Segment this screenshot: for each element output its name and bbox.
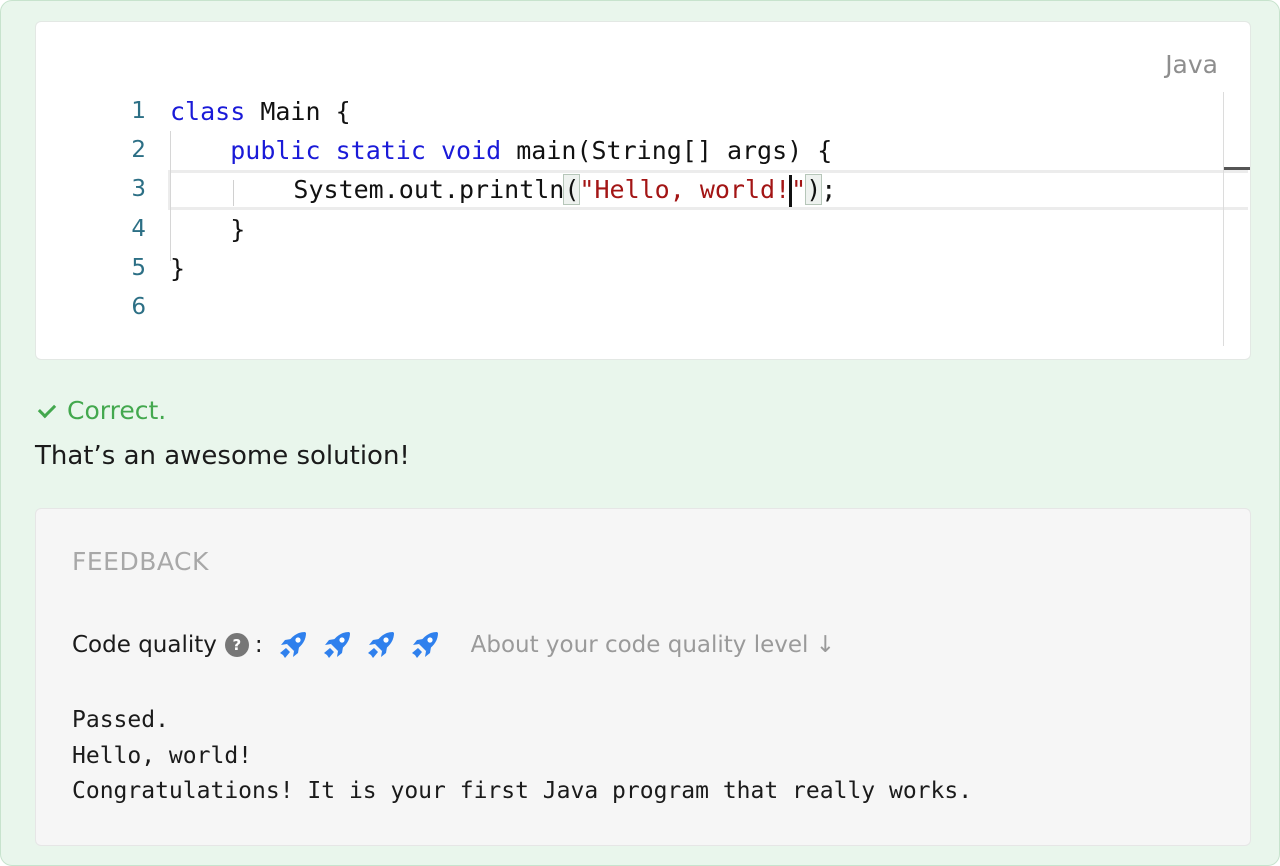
keyword: void <box>440 136 502 166</box>
line-number: 6 <box>131 293 146 320</box>
code-line-active[interactable]: System.out.println("Hello, world!"); <box>168 170 1248 210</box>
code-line[interactable]: } <box>170 210 1246 249</box>
colon: : <box>254 632 263 658</box>
help-icon[interactable]: ? <box>224 633 249 657</box>
keyword: class <box>170 97 246 126</box>
code-text: } <box>170 214 246 244</box>
output-line: Congratulations! It is your first Java p… <box>72 778 973 804</box>
feedback-card: FEEDBACK Code quality ? : About your cod… <box>35 508 1251 846</box>
string-literal: "Hello, world! <box>579 175 791 205</box>
result-status: Correct. <box>37 393 166 427</box>
code-text: ; <box>821 175 837 205</box>
code-line[interactable]: } <box>170 249 1246 288</box>
program-output: Passed. Hello, world! Congratulations! I… <box>72 703 972 810</box>
code-line[interactable] <box>170 288 1246 327</box>
result-message: That’s an awesome solution! <box>35 441 410 471</box>
output-line: Hello, world! <box>72 742 253 769</box>
feedback-title: FEEDBACK <box>72 547 209 576</box>
code-quality-rating <box>277 629 453 661</box>
scrollbar-cursor-marker <box>1224 167 1250 170</box>
keyword: public <box>230 136 321 166</box>
vertical-scrollbar[interactable] <box>1223 92 1224 346</box>
code-text: main(String[] args) { <box>501 136 833 166</box>
code-text: } <box>170 253 186 283</box>
line-number: 5 <box>131 254 146 281</box>
submission-panel: Java 1 2 3 4 5 6 class Main { public sta… <box>0 0 1280 866</box>
code-quality-row: Code quality ? : About your code quality… <box>72 625 835 665</box>
line-number: 4 <box>131 215 146 242</box>
code-line[interactable]: class Main { <box>170 92 1246 131</box>
code-line[interactable]: public static void main(String[] args) { <box>170 131 1246 170</box>
code-text: System.out.println <box>293 175 565 205</box>
code-editor[interactable]: Java 1 2 3 4 5 6 class Main { public sta… <box>35 21 1251 360</box>
code-quality-label: Code quality <box>72 632 217 658</box>
bracket-match: ) <box>805 174 823 206</box>
bracket-match: ( <box>563 174 581 206</box>
line-number: 2 <box>131 137 146 164</box>
rocket-icon <box>411 632 438 658</box>
indent-guide <box>170 131 171 261</box>
status-text: Correct. <box>67 395 167 425</box>
keyword: static <box>335 136 426 166</box>
rocket-icon <box>279 632 306 658</box>
line-number-gutter: 1 2 3 4 5 6 <box>106 92 146 327</box>
about-code-quality-link[interactable]: About your code quality level ↓ <box>471 632 835 658</box>
language-label: Java <box>1165 50 1218 79</box>
rocket-icon <box>367 632 394 658</box>
code-area[interactable]: class Main { public static void main(Str… <box>168 92 1248 327</box>
rocket-icon <box>323 632 350 658</box>
line-number: 3 <box>131 176 146 203</box>
line-number: 1 <box>131 98 146 124</box>
output-line: Passed. <box>72 707 169 733</box>
checkmark-icon <box>37 400 57 420</box>
indent-guide <box>233 180 234 207</box>
string-literal: " <box>791 175 807 205</box>
code-text: Main { <box>245 97 351 126</box>
